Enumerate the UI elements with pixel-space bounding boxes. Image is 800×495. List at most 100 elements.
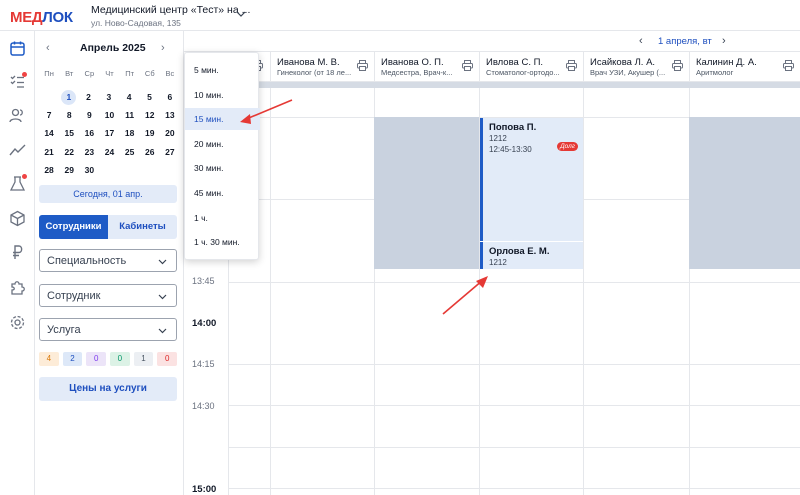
status-counter[interactable]: 0 (86, 352, 107, 366)
puzzle-icon[interactable] (9, 279, 26, 296)
time-grid: Попова П. 1212 12:45-13:30 Долг Орлова Е. М.… (184, 88, 800, 495)
calendar-day[interactable]: 10 (99, 108, 119, 123)
calendar-day[interactable]: 3 (99, 90, 119, 105)
time-gridline (228, 282, 800, 283)
chart-icon[interactable] (9, 141, 26, 158)
calendar-day[interactable]: 21 (39, 145, 59, 160)
appointment-card[interactable]: Орлова Е. М. 1212 (480, 242, 583, 269)
staff-name: Иванова М. В. (277, 57, 340, 68)
chevron-down-icon[interactable] (236, 9, 246, 19)
interval-option[interactable]: 30 мин. (185, 157, 260, 179)
staff-specialty: Стоматолог-ортодо... (486, 68, 560, 77)
calendar-day[interactable]: 6 (160, 90, 180, 105)
interval-option[interactable]: 45 мин. (185, 182, 260, 204)
calendar-day[interactable]: 11 (120, 108, 140, 123)
calendar-day[interactable]: 30 (79, 163, 99, 178)
calendar-day[interactable]: 20 (160, 126, 180, 141)
lab-icon[interactable] (9, 174, 27, 192)
calendar-icon[interactable] (9, 40, 26, 57)
calendar-day[interactable]: 17 (99, 126, 119, 141)
calendar-day[interactable]: 5 (139, 90, 159, 105)
appointment-card[interactable]: Попова П. 1212 12:45-13:30 Долг (480, 118, 583, 241)
calendar-day[interactable]: 16 (79, 126, 99, 141)
staff-column-header[interactable]: Исайкова Л. А. Врач УЗИ, Акушер (... (583, 52, 689, 83)
employee-select[interactable]: Сотрудник (39, 284, 177, 307)
logo-part-lok: ЛОК (42, 9, 73, 26)
staff-column-header[interactable]: Ивлова С. П. Стоматолог-ортодо... (479, 52, 583, 83)
interval-option[interactable]: 5 мин. (185, 59, 260, 81)
calendar-day[interactable]: 1 (61, 90, 77, 105)
calendar-day[interactable]: 7 (39, 108, 59, 123)
employee-select-label: Сотрудник (47, 290, 101, 302)
printer-icon[interactable] (672, 60, 683, 71)
printer-icon[interactable] (462, 60, 473, 71)
calendar-day[interactable]: 24 (99, 145, 119, 160)
specialty-select[interactable]: Специальность (39, 249, 177, 272)
weekday-label: Пн (44, 69, 54, 78)
calendar-day[interactable]: 2 (78, 90, 98, 105)
tab-rooms[interactable]: Кабинеты (108, 215, 177, 239)
left-panel: ‹ Апрель 2025 › Пн Вт Ср Чт Пт Сб Вс 123… (35, 31, 184, 495)
date-prev-button[interactable]: ‹ (639, 35, 643, 47)
status-counter[interactable]: 4 (39, 352, 59, 366)
calendar-day[interactable]: 18 (120, 126, 140, 141)
service-select[interactable]: Услуга (39, 318, 177, 341)
debt-badge: Долг (557, 142, 578, 151)
calendar-next-button[interactable]: › (161, 42, 165, 54)
time-label: 14:00 (192, 318, 217, 329)
notification-dot (22, 174, 27, 179)
current-date-label[interactable]: 1 апреля, вт (658, 36, 712, 47)
box-icon[interactable] (9, 210, 26, 227)
interval-option[interactable]: 1 ч. 30 мин. (185, 231, 260, 253)
calendar-week: 123456 (39, 90, 180, 105)
status-counter[interactable]: 0 (157, 352, 178, 366)
price-list-button[interactable]: Цены на услуги (39, 377, 177, 401)
interval-option[interactable]: 15 мин. (185, 108, 260, 131)
users-icon[interactable] (9, 107, 26, 124)
tasks-icon[interactable] (9, 72, 27, 90)
calendar-day[interactable]: 26 (140, 145, 160, 160)
calendar-prev-button[interactable]: ‹ (46, 42, 50, 54)
logo[interactable]: МЕДЛОК (10, 9, 73, 26)
calendar-day[interactable]: 13 (160, 108, 180, 123)
staff-column-header[interactable]: Калинин Д. А. Аритмолог (689, 52, 800, 83)
date-next-button[interactable]: › (722, 35, 726, 47)
calendar-day[interactable]: 12 (140, 108, 160, 123)
calendar-empty-day (160, 163, 180, 178)
status-counter[interactable]: 2 (62, 352, 83, 366)
ruble-icon[interactable] (9, 244, 26, 261)
calendar-day[interactable]: 19 (140, 126, 160, 141)
calendar-day[interactable]: 28 (39, 163, 59, 178)
schedule-grid: Иванова М. В. Гинеколог (от 18 ле... Ивано… (184, 51, 800, 495)
printer-icon[interactable] (566, 60, 577, 71)
status-counter[interactable]: 1 (133, 352, 154, 366)
printer-icon[interactable] (783, 60, 794, 71)
staff-specialty: Медсестра, Врач-к... (381, 68, 453, 77)
clinic-selector[interactable]: Медицинский центр «Тест» на ... ул. Ново… (91, 4, 250, 28)
date-navigation: ‹ 1 апреля, вт › (630, 35, 740, 48)
calendar-day[interactable]: 27 (160, 145, 180, 160)
today-button[interactable]: Сегодня, 01 апр. (39, 185, 177, 203)
staff-column-header[interactable]: Иванова М. В. Гинеколог (от 18 ле... (270, 52, 374, 83)
staff-column-header[interactable]: Иванова О. П. Медсестра, Врач-к... (374, 52, 479, 83)
calendar-day[interactable]: 9 (79, 108, 99, 123)
interval-option[interactable]: 20 мин. (185, 133, 260, 155)
calendar-day[interactable]: 4 (119, 90, 139, 105)
staff-name: Калинин Д. А. (696, 57, 757, 68)
time-gridline (228, 488, 800, 489)
settings-icon[interactable] (9, 314, 26, 331)
calendar-day[interactable]: 22 (59, 145, 79, 160)
calendar-day[interactable]: 14 (39, 126, 59, 141)
calendar-day[interactable]: 29 (59, 163, 79, 178)
calendar-day[interactable]: 25 (120, 145, 140, 160)
staff-specialty: Врач УЗИ, Акушер (... (590, 68, 666, 77)
printer-icon[interactable] (357, 60, 368, 71)
calendar-day[interactable]: 15 (59, 126, 79, 141)
calendar-day[interactable]: 23 (79, 145, 99, 160)
status-counter[interactable]: 0 (110, 352, 130, 366)
interval-option[interactable]: 10 мин. (185, 84, 260, 106)
top-bar: МЕДЛОК Медицинский центр «Тест» на ... у… (0, 0, 800, 31)
interval-option[interactable]: 1 ч. (185, 207, 260, 229)
tab-staff[interactable]: Сотрудники (39, 215, 108, 239)
calendar-day[interactable]: 8 (59, 108, 79, 123)
